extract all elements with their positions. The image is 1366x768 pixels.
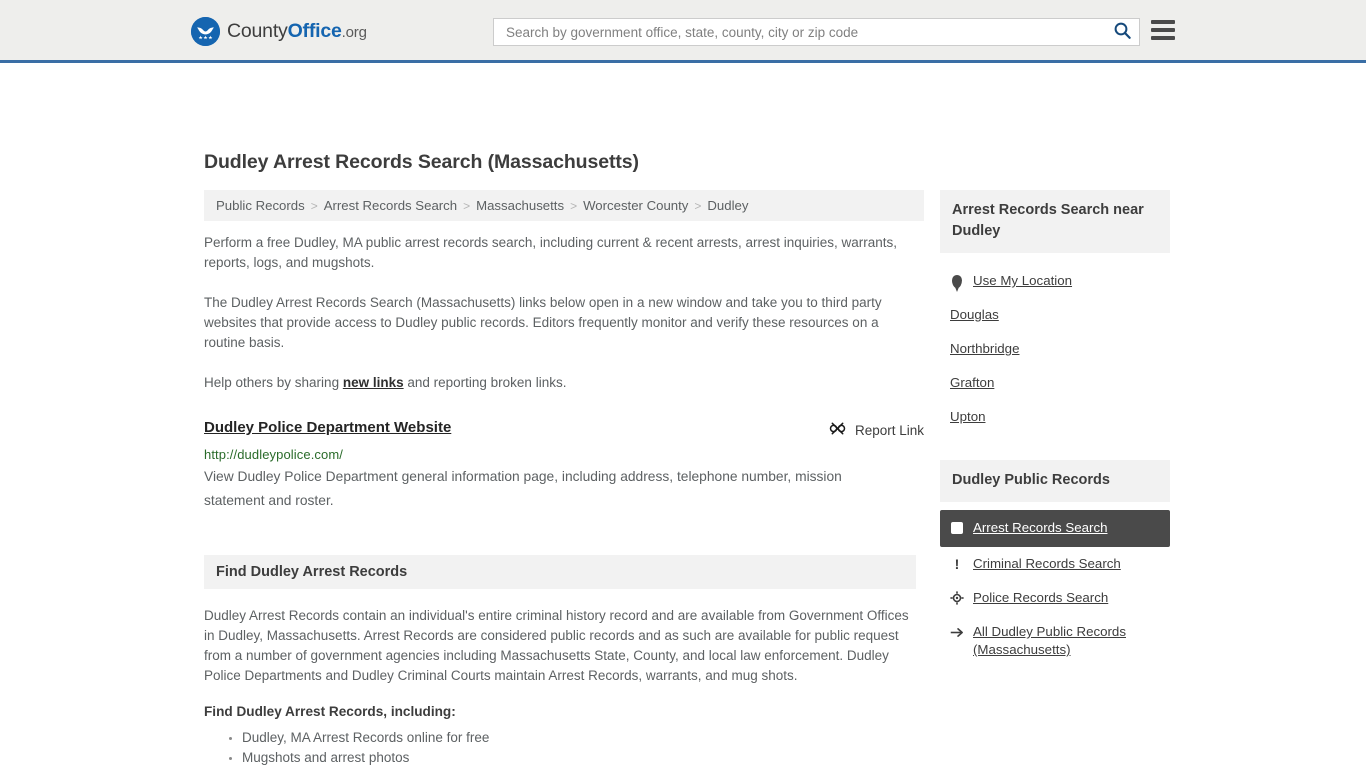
sidebar-item-northbridge[interactable]: Northbridge	[940, 332, 1170, 366]
intro-paragraph-3: Help others by sharing new links and rep…	[204, 373, 916, 393]
broken-link-icon	[829, 420, 846, 440]
result-url: http://dudleypolice.com/	[204, 447, 343, 462]
sidebar-public-records-section: Dudley Public Records Arrest Records Sea…	[940, 460, 1170, 667]
hamburger-bar	[1151, 36, 1175, 40]
list-item: Dudley, MA Arrest Records online for fre…	[242, 728, 916, 748]
sidebar-item-label: Upton	[950, 409, 986, 424]
sidebar-item-label: Douglas	[950, 307, 999, 322]
logo-text-office: Office	[287, 20, 342, 42]
result-description: View Dudley Police Department general in…	[204, 469, 842, 508]
hamburger-bar	[1151, 20, 1175, 24]
logo-text-org: .org	[341, 24, 367, 41]
intro-paragraph-2: The Dudley Arrest Records Search (Massac…	[204, 295, 882, 350]
breadcrumb-item-massachusetts[interactable]: Massachusetts	[476, 198, 564, 213]
section-paragraph: Dudley Arrest Records contain an individ…	[204, 608, 909, 683]
sidebar-item-label: Arrest Records Search	[973, 520, 1108, 535]
breadcrumb-item-arrest-records-search[interactable]: Arrest Records Search	[324, 198, 457, 213]
section-subheading: Find Dudley Arrest Records, including:	[204, 704, 456, 719]
section-heading: Find Dudley Arrest Records	[204, 555, 916, 589]
white-square-icon	[950, 520, 964, 536]
intro-paragraph-1: Perform a free Dudley, MA public arrest …	[204, 235, 898, 270]
arrow-right-icon	[950, 624, 964, 640]
sidebar-item-label: Police Records Search	[973, 590, 1109, 605]
sidebar-item-label: Northbridge	[950, 341, 1020, 356]
report-link-label: Report Link	[854, 422, 924, 438]
site-header: CountyOffice.org	[0, 0, 1366, 63]
report-link-button[interactable]: Report Link	[829, 420, 924, 440]
search-bar[interactable]	[493, 18, 1140, 46]
logo-text-county: County	[227, 20, 288, 42]
site-logo[interactable]: CountyOffice.org	[191, 17, 367, 46]
result-header-row: Dudley Police Department Website Report …	[204, 419, 924, 440]
search-result-item: Dudley Police Department Website Report …	[204, 419, 924, 513]
sidebar-item-police-records-search[interactable]: Police Records Search	[940, 581, 1170, 615]
breadcrumb-item-worcester-county[interactable]: Worcester County	[583, 198, 688, 213]
result-title-link[interactable]: Dudley Police Department Website	[204, 419, 451, 436]
page-title: Dudley Arrest Records Search (Massachuse…	[204, 151, 639, 173]
new-links-link[interactable]: new links	[343, 375, 404, 390]
list-item: Mugshots and arrest photos	[242, 748, 916, 768]
sidebar-nearby-heading: Arrest Records Search near Dudley	[940, 190, 1170, 253]
crosshair-target-icon	[950, 590, 964, 606]
breadcrumb-separator: >	[694, 198, 702, 213]
sidebar-records-list: Arrest Records Search ! Criminal Records…	[940, 510, 1170, 667]
sidebar-item-label: Grafton	[950, 375, 995, 390]
breadcrumb-item-dudley[interactable]: Dudley	[707, 198, 748, 213]
sidebar-item-criminal-records-search[interactable]: ! Criminal Records Search	[940, 547, 1170, 581]
intro-text-before-link: Help others by sharing	[204, 375, 343, 390]
section-body: Dudley Arrest Records contain an individ…	[204, 589, 916, 768]
breadcrumb-separator: >	[463, 198, 471, 213]
sidebar-item-upton[interactable]: Upton	[940, 400, 1170, 434]
sidebar-nearby-list: Use My Location Douglas Northbridge Graf…	[940, 264, 1170, 434]
records-bullet-list: Dudley, MA Arrest Records online for fre…	[204, 728, 916, 768]
sidebar-item-use-my-location[interactable]: Use My Location	[940, 264, 1170, 298]
sidebar-item-all-public-records[interactable]: All Dudley Public Records (Massachusetts…	[940, 615, 1170, 667]
sidebar-item-label: All Dudley Public Records (Massachusetts…	[973, 624, 1126, 657]
main-content-column: Public Records > Arrest Records Search >…	[204, 190, 924, 768]
exclamation-icon: !	[954, 556, 960, 572]
sidebar-item-grafton[interactable]: Grafton	[940, 366, 1170, 400]
eagle-seal-icon	[191, 17, 220, 46]
hamburger-bar	[1151, 28, 1175, 32]
intro-text-after-link: and reporting broken links.	[403, 375, 567, 390]
search-input[interactable]	[494, 19, 1105, 45]
breadcrumb-separator: >	[570, 198, 578, 213]
sidebar-item-label: Use My Location	[973, 273, 1073, 288]
search-submit-button[interactable]	[1105, 19, 1139, 45]
sidebar-item-label: Criminal Records Search	[973, 556, 1121, 571]
hamburger-menu-icon[interactable]	[1151, 20, 1175, 40]
intro-section: Perform a free Dudley, MA public arrest …	[204, 233, 924, 393]
sidebar-records-heading: Dudley Public Records	[940, 460, 1170, 502]
find-records-section: Find Dudley Arrest Records Dudley Arrest…	[204, 555, 916, 768]
sidebar-item-arrest-records-search[interactable]: Arrest Records Search	[940, 510, 1170, 547]
breadcrumb-item-public-records[interactable]: Public Records	[216, 198, 305, 213]
breadcrumb: Public Records > Arrest Records Search >…	[204, 190, 924, 221]
sidebar: Arrest Records Search near Dudley Use My…	[940, 190, 1170, 667]
search-icon	[1114, 22, 1131, 42]
breadcrumb-separator: >	[310, 198, 318, 213]
location-pin-icon	[950, 273, 964, 292]
sidebar-item-douglas[interactable]: Douglas	[940, 298, 1170, 332]
